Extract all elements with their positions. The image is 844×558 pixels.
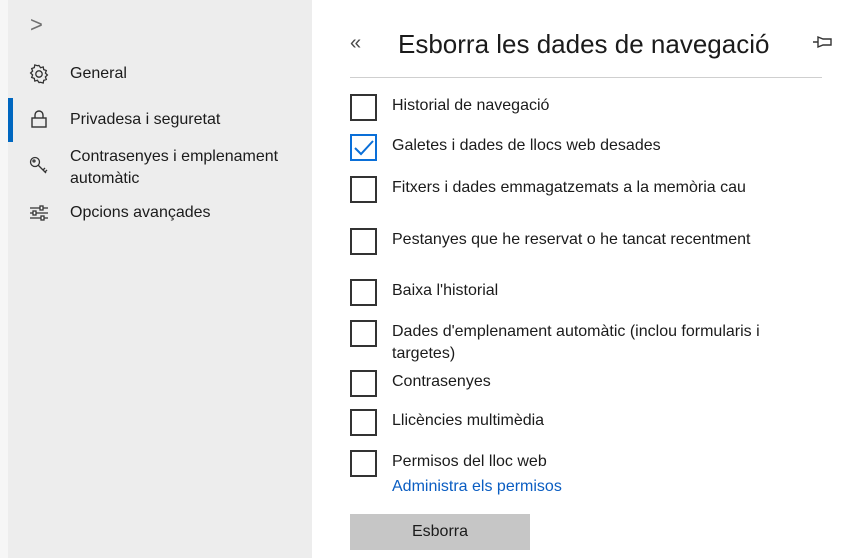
checkbox[interactable] — [350, 279, 377, 306]
gear-icon — [28, 63, 50, 85]
back-chevron-icon[interactable]: « — [350, 32, 361, 55]
checkbox[interactable] — [350, 409, 377, 436]
sliders-icon — [28, 202, 50, 224]
sidebar-item-label: Contrasenyes i emplenament automàtic — [70, 148, 279, 187]
manage-permissions-link[interactable]: Administra els permisos — [392, 478, 562, 496]
checkbox[interactable] — [350, 228, 377, 255]
lock-icon — [28, 108, 50, 130]
panel-title: Esborra les dades de navegació — [398, 29, 770, 59]
expand-chevron-icon[interactable]: > — [30, 14, 43, 36]
clear-browsing-data-panel: « Esborra les dades de navegació Histori… — [312, 0, 844, 558]
sidebar-item-label: Opcions avançades — [70, 204, 211, 221]
sidebar-item-privacy[interactable]: Privadesa i seguretat — [8, 98, 312, 142]
checkbox[interactable] — [350, 176, 377, 203]
sidebar-item-general[interactable]: General — [8, 61, 312, 89]
checkbox[interactable] — [350, 134, 377, 161]
sidebar-item-passwords[interactable]: Contrasenyes i emplenament automàtic — [8, 146, 312, 194]
option-label: Dades d'emplenament automàtic (inclou fo… — [392, 323, 760, 362]
option-label: Fitxers i dades emmagatzemats a la memòr… — [392, 179, 746, 196]
sidebar-item-advanced[interactable]: Opcions avançades — [8, 200, 312, 228]
clear-button[interactable]: Esborra — [350, 514, 530, 550]
sidebar-item-label: Privadesa i seguretat — [70, 111, 221, 128]
checkbox[interactable] — [350, 370, 377, 397]
checkbox[interactable] — [350, 320, 377, 347]
option-label: Llicències multimèdia — [392, 412, 545, 429]
active-indicator — [8, 98, 13, 142]
divider — [350, 77, 822, 78]
pin-icon[interactable] — [810, 30, 834, 54]
sidebar-item-label: General — [70, 65, 127, 82]
option-label: Baixa l'historial — [392, 282, 499, 299]
option-label: Permisos del lloc web — [392, 453, 547, 470]
option-label: Historial de navegació — [392, 97, 550, 114]
option-label: Pestanyes que he reservat o he tancat re… — [392, 231, 751, 248]
option-label: Contrasenyes — [392, 373, 491, 390]
checkbox[interactable] — [350, 94, 377, 121]
settings-sidebar: > General Privadesa i seguretat Contrase… — [0, 0, 312, 558]
window-edge — [0, 0, 8, 558]
option-label: Galetes i dades de llocs web desades — [392, 137, 661, 154]
checkbox[interactable] — [350, 450, 377, 477]
key-icon — [28, 154, 50, 176]
